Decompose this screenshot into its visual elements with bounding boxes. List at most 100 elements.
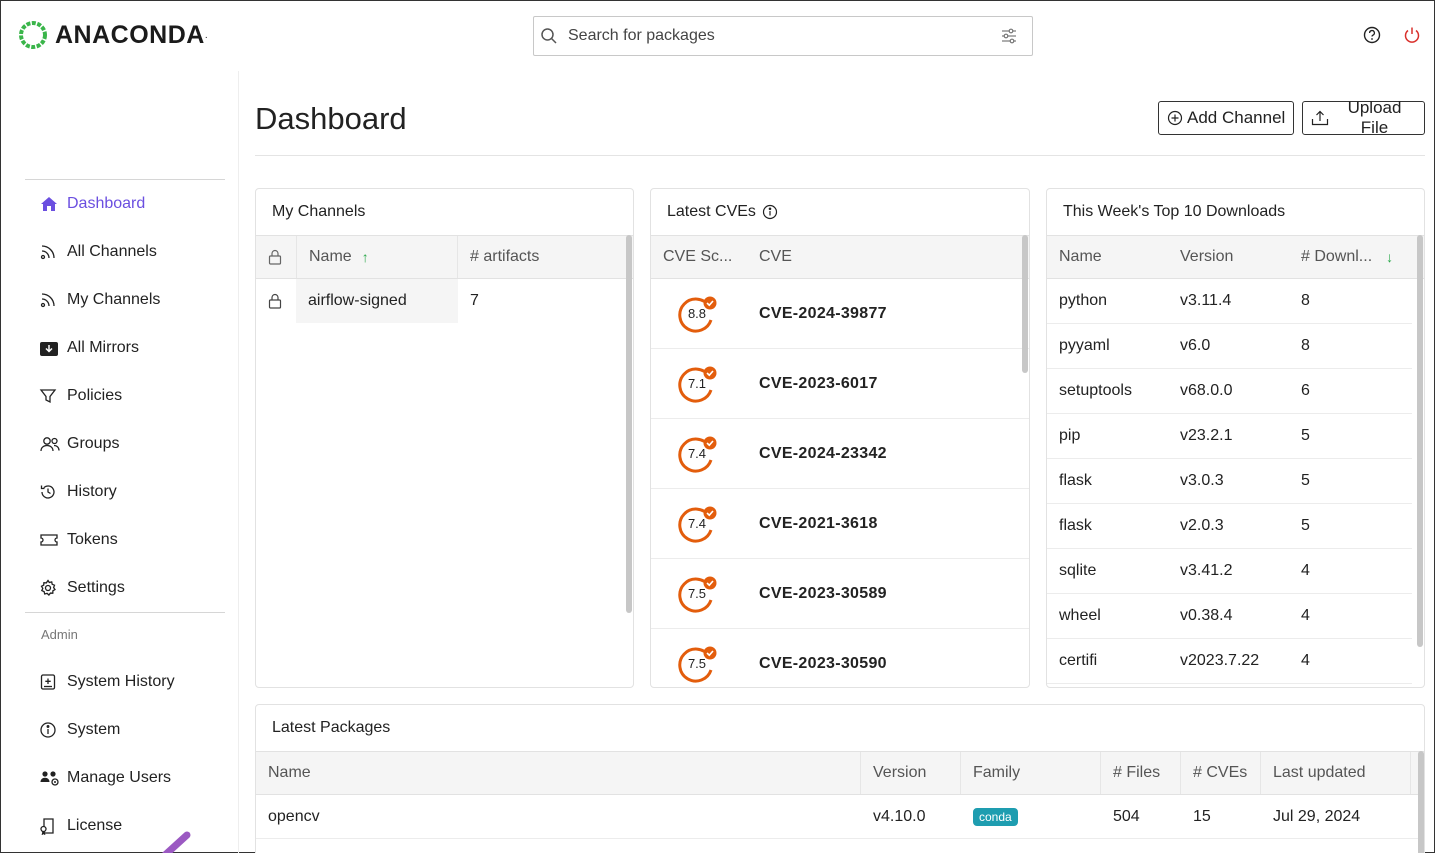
sidebar-item-system[interactable]: System	[39, 716, 120, 744]
family-badge: conda	[973, 807, 1018, 826]
download-row[interactable]: pip v23.2.1 5	[1047, 414, 1412, 459]
anaconda-ring-icon	[19, 21, 47, 49]
channels-icon	[39, 291, 61, 309]
sidebar: Dashboard All Channels My Channels All M…	[1, 71, 239, 853]
column-header-family[interactable]: Family	[961, 752, 1101, 794]
column-header-name[interactable]: Name	[1047, 236, 1168, 278]
sidebar-item-history[interactable]: History	[39, 478, 117, 506]
download-name[interactable]: wheel	[1047, 594, 1168, 638]
download-row[interactable]: wheel v0.38.4 4	[1047, 594, 1412, 639]
top-downloads-header: Name Version # Downl... ↓	[1047, 235, 1424, 279]
search-icon	[540, 27, 562, 45]
column-header-artifacts[interactable]: # artifacts	[458, 236, 618, 278]
cve-row[interactable]: 7.5 CVE-2023-30589	[651, 559, 1029, 629]
my-channels-title: My Channels	[272, 203, 366, 220]
scrollbar[interactable]	[1417, 235, 1423, 647]
column-header-last-updated[interactable]: Last updated	[1261, 752, 1411, 794]
column-header-version[interactable]: Version	[861, 752, 961, 794]
top-icons	[1362, 25, 1422, 45]
sidebar-item-settings[interactable]: Settings	[39, 574, 125, 602]
download-name[interactable]: pip	[1047, 414, 1168, 458]
add-channel-button[interactable]: Add Channel	[1158, 101, 1295, 135]
brand-name: ANACONDA	[55, 20, 205, 49]
sidebar-item-groups[interactable]: Groups	[39, 430, 119, 458]
sidebar-item-label: All Mirrors	[67, 339, 139, 356]
cve-id[interactable]: CVE-2023-6017	[759, 375, 878, 393]
search-input[interactable]	[562, 17, 1000, 55]
cve-score-badge: 7.5	[677, 644, 717, 684]
annotation-arrow-icon	[161, 831, 191, 853]
sidebar-item-dashboard[interactable]: Dashboard	[39, 190, 145, 218]
package-name[interactable]: opencv	[256, 795, 861, 838]
system-history-icon	[39, 673, 61, 691]
column-header-cve[interactable]: CVE	[747, 236, 1007, 278]
scrollbar[interactable]	[1022, 235, 1028, 373]
filter-sliders-icon[interactable]	[1000, 27, 1022, 45]
download-name[interactable]: python	[1047, 279, 1168, 323]
download-name[interactable]: pyyaml	[1047, 324, 1168, 368]
sidebar-item-label: System History	[67, 673, 175, 690]
sidebar-item-all-mirrors[interactable]: All Mirrors	[39, 334, 139, 362]
cve-id[interactable]: CVE-2023-30590	[759, 655, 887, 673]
sidebar-item-all-channels[interactable]: All Channels	[39, 238, 157, 266]
channel-name[interactable]: airflow-signed	[296, 279, 458, 323]
upload-file-label: Upload File	[1347, 98, 1402, 137]
column-header-cve-score[interactable]: CVE Sc...	[651, 236, 747, 278]
cve-row[interactable]: 7.1 CVE-2023-6017	[651, 349, 1029, 419]
download-row[interactable]: flask v3.0.3 5	[1047, 459, 1412, 504]
download-name[interactable]: flask	[1047, 504, 1168, 548]
download-row[interactable]: python v3.11.4 8	[1047, 279, 1412, 324]
cve-row[interactable]: 7.5 CVE-2023-30590	[651, 629, 1029, 687]
power-icon[interactable]	[1402, 25, 1422, 45]
download-version: v6.0	[1180, 337, 1211, 354]
column-header-cves[interactable]: # CVEs	[1181, 752, 1261, 794]
table-row[interactable]: airflow-signed 7	[256, 279, 633, 323]
download-row[interactable]: pyyaml v6.0 8	[1047, 324, 1412, 369]
cve-score: 8.8	[687, 306, 707, 321]
column-header-name[interactable]: Name ↑	[296, 236, 458, 278]
download-name[interactable]: sqlite	[1047, 549, 1168, 593]
cve-id[interactable]: CVE-2024-39877	[759, 305, 887, 323]
my-channels-header: Name ↑ # artifacts	[256, 235, 633, 279]
download-name[interactable]: certifi	[1047, 639, 1168, 683]
package-files: 504	[1113, 807, 1140, 825]
cve-id[interactable]: CVE-2021-3618	[759, 515, 878, 533]
download-row[interactable]: flask v2.0.3 5	[1047, 504, 1412, 549]
download-name[interactable]: setuptools	[1047, 369, 1168, 413]
download-count: 4	[1301, 562, 1310, 579]
sidebar-item-system-history[interactable]: System History	[39, 668, 175, 696]
latest-packages-card: Latest Packages Name Version Family # Fi…	[255, 704, 1425, 853]
help-icon[interactable]	[1362, 25, 1382, 45]
scrollbar[interactable]	[626, 235, 632, 613]
column-header-version[interactable]: Version	[1168, 236, 1289, 278]
sidebar-item-license[interactable]: License	[39, 812, 122, 840]
anaconda-logo[interactable]: ANACONDA .	[17, 19, 208, 51]
download-version: v68.0.0	[1180, 382, 1233, 399]
sidebar-item-my-channels[interactable]: My Channels	[39, 286, 160, 314]
download-row[interactable]: sqlite v3.41.2 4	[1047, 549, 1412, 594]
sidebar-item-manage-users[interactable]: Manage Users	[39, 764, 171, 792]
scrollbar[interactable]	[1418, 751, 1424, 853]
upload-file-button[interactable]: Upload File	[1302, 98, 1425, 137]
sidebar-item-label: Groups	[67, 435, 120, 452]
download-name[interactable]: flask	[1047, 459, 1168, 503]
column-header-files[interactable]: # Files	[1101, 752, 1181, 794]
sidebar-item-policies[interactable]: Policies	[39, 382, 122, 410]
download-row[interactable]: setuptools v68.0.0 6	[1047, 369, 1412, 414]
column-header-name[interactable]: Name	[256, 752, 861, 794]
cve-score-badge: 7.4	[677, 504, 717, 544]
table-row[interactable]: opencv v4.10.0 conda 504 15 Jul 29, 2024	[256, 795, 1424, 839]
cve-score: 7.4	[687, 446, 707, 461]
sidebar-item-label: History	[67, 483, 117, 500]
package-family: conda	[961, 795, 1101, 838]
cve-id[interactable]: CVE-2023-30589	[759, 585, 887, 603]
column-header-downloads[interactable]: # Downl... ↓	[1289, 236, 1410, 278]
sidebar-item-label: Settings	[67, 579, 125, 596]
download-row[interactable]: certifi v2023.7.22 4	[1047, 639, 1412, 684]
cve-row[interactable]: 7.4 CVE-2024-23342	[651, 419, 1029, 489]
cve-id[interactable]: CVE-2024-23342	[759, 445, 887, 463]
info-icon[interactable]	[762, 204, 778, 220]
sidebar-item-tokens[interactable]: Tokens	[39, 526, 118, 554]
cve-row[interactable]: 8.8 CVE-2024-39877	[651, 279, 1029, 349]
cve-row[interactable]: 7.4 CVE-2021-3618	[651, 489, 1029, 559]
